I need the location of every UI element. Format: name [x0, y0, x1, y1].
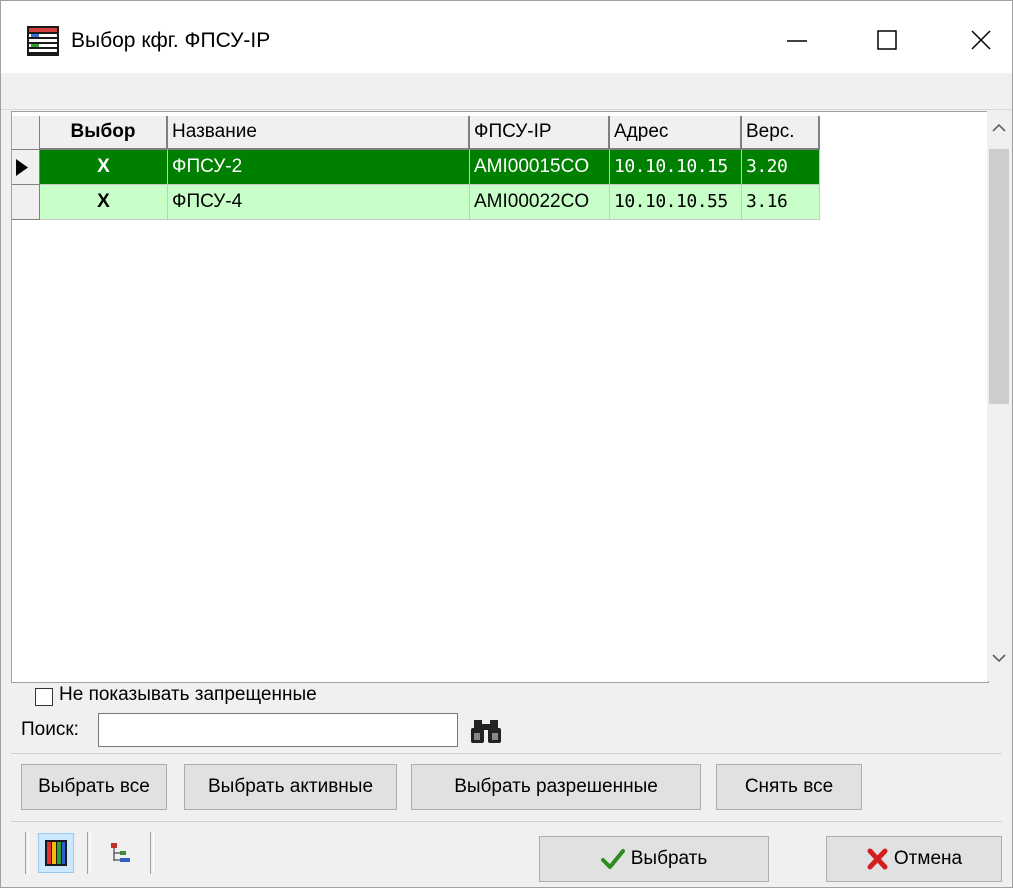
toolbar-strip [1, 73, 1012, 110]
title-bar: Выбор кфг. ФПСУ-IP [1, 1, 1012, 73]
fpsu-ip-cell[interactable]: AMI00015CO [470, 150, 610, 185]
search-label: Поиск: [21, 719, 79, 740]
column-header-version[interactable]: Верс. [742, 116, 820, 150]
binoculars-icon[interactable] [471, 717, 501, 745]
column-header-select[interactable]: Выбор [40, 116, 168, 150]
fpsu-ip-cell[interactable]: AMI00022CO [470, 185, 610, 220]
close-icon [971, 30, 991, 50]
column-header-name[interactable]: Название [168, 116, 470, 150]
scroll-down-icon[interactable] [992, 653, 1006, 663]
name-cell[interactable]: ФПСУ-2 [168, 150, 470, 185]
minimize-icon [787, 40, 807, 42]
vertical-scrollbar[interactable] [987, 111, 1012, 681]
current-row-arrow-icon [16, 159, 28, 176]
dialog-window: Выбор кфг. ФПСУ-IP Выбор Название ФПСУ-I… [0, 0, 1013, 888]
bottom-panel: Выбрать Отмена [11, 821, 1002, 886]
maximize-icon [877, 30, 897, 50]
address-cell[interactable]: 10.10.10.15 [610, 150, 742, 185]
color-grid-icon [45, 840, 67, 866]
toolbar-separator [150, 832, 154, 874]
hide-forbidden-checkbox[interactable] [35, 688, 53, 706]
select-cell[interactable]: X [40, 185, 168, 220]
select-active-button[interactable]: Выбрать активные [184, 764, 397, 810]
ok-button[interactable]: Выбрать [539, 836, 769, 882]
toolbar-separator [25, 832, 29, 874]
cancel-button-label: Отмена [893, 848, 963, 869]
ok-button-label: Выбрать [630, 848, 708, 869]
window-title: Выбор кфг. ФПСУ-IP [71, 29, 271, 52]
select-allowed-button[interactable]: Выбрать разрешенные [411, 764, 701, 810]
select-all-button[interactable]: Выбрать все [21, 764, 167, 810]
column-header-fpsu-ip[interactable]: ФПСУ-IP [470, 116, 610, 150]
maximize-button[interactable] [857, 15, 917, 65]
hide-forbidden-label[interactable]: Не показывать запрещенные [59, 684, 317, 706]
config-grid[interactable]: Выбор Название ФПСУ-IP Адрес Верс. X ФПС… [11, 111, 989, 683]
tree-view-button[interactable] [103, 833, 139, 873]
cancel-button[interactable]: Отмена [826, 836, 1002, 882]
minimize-button[interactable] [767, 15, 827, 65]
search-input[interactable] [98, 713, 458, 747]
column-header-address[interactable]: Адрес [610, 116, 742, 150]
row-indicator[interactable] [12, 150, 40, 185]
close-button[interactable] [951, 15, 1011, 65]
checkmark-icon [600, 849, 625, 869]
tree-icon [111, 843, 130, 862]
clear-all-button[interactable]: Снять все [716, 764, 862, 810]
selection-buttons-panel: Выбрать все Выбрать активные Выбрать раз… [11, 753, 1002, 818]
grid-icon [27, 26, 59, 56]
name-cell[interactable]: ФПСУ-4 [168, 185, 470, 220]
version-cell[interactable]: 3.20 [742, 150, 820, 185]
scrollbar-thumb[interactable] [989, 149, 1009, 404]
toolbar-separator [87, 832, 91, 874]
grid-view-button[interactable] [38, 833, 74, 873]
select-cell[interactable]: X [40, 150, 168, 185]
address-cell[interactable]: 10.10.10.55 [610, 185, 742, 220]
scroll-up-icon[interactable] [992, 123, 1006, 133]
version-cell[interactable]: 3.16 [742, 185, 820, 220]
red-x-icon [867, 848, 888, 870]
row-indicator[interactable] [12, 185, 40, 220]
header-indicator-cell [12, 116, 40, 150]
